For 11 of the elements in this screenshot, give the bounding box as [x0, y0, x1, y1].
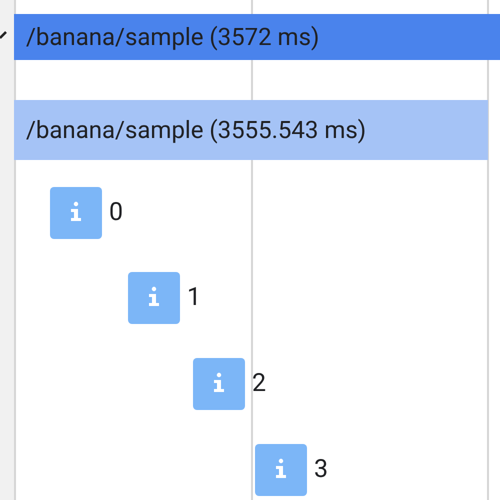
info-icon [255, 444, 307, 496]
info-icon [193, 358, 245, 410]
span-bar[interactable]: /banana/sample (3555.543 ms) [14, 100, 488, 160]
info-icon [50, 187, 102, 239]
span-bar[interactable]: /banana/sample (3572 ms) [14, 14, 500, 60]
annotation-label: 2 [252, 368, 266, 400]
info-icon [128, 272, 180, 324]
annotation-label: 3 [314, 454, 328, 486]
annotation-label: 1 [187, 282, 202, 314]
chevron-icon[interactable] [0, 30, 8, 40]
annotation-label: 0 [109, 197, 124, 230]
